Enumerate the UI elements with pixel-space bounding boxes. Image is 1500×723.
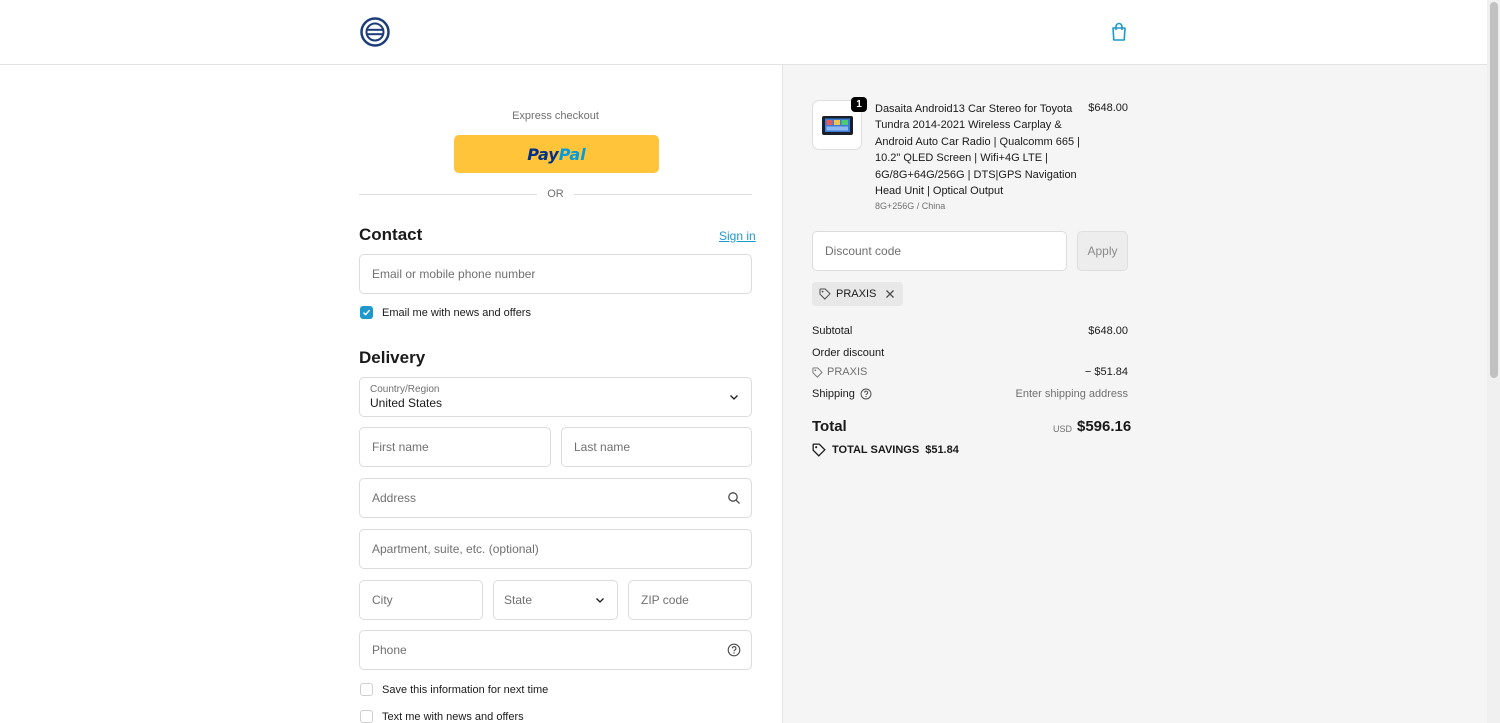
text-offers-label: Text me with news and offers <box>382 710 524 723</box>
product-variant: 8G+256G / China <box>875 201 946 211</box>
help-circle-icon[interactable] <box>860 388 872 400</box>
total-savings-value: $51.84 <box>925 444 959 456</box>
email-field[interactable] <box>359 254 752 294</box>
tag-icon <box>819 288 831 300</box>
last-name-input[interactable] <box>572 439 741 455</box>
discount-code-input[interactable] <box>823 243 1056 259</box>
contact-title: Contact <box>359 225 423 244</box>
phone-field[interactable] <box>359 630 752 670</box>
shipping-line: Shipping <box>812 388 872 400</box>
check-icon <box>363 309 371 316</box>
newsletter-checkbox-row[interactable]: Email me with news and offers <box>360 306 531 319</box>
apartment-field[interactable] <box>359 529 752 569</box>
country-select[interactable]: Country/Region United States <box>359 377 752 417</box>
save-info-checkbox-row[interactable]: Save this information for next time <box>360 683 548 696</box>
sign-in-link[interactable]: Sign in <box>719 229 756 243</box>
scrollbar-thumb[interactable] <box>1490 2 1498 378</box>
subtotal-value: $648.00 <box>1088 325 1128 337</box>
save-info-label: Save this information for next time <box>382 683 549 696</box>
tag-icon <box>812 366 823 378</box>
state-select[interactable]: State <box>493 580 618 620</box>
total-currency: USD <box>1053 424 1073 434</box>
shopping-bag-icon[interactable] <box>1108 21 1130 43</box>
country-value: United States <box>370 395 443 410</box>
total-label: Total <box>812 418 847 435</box>
text-offers-checkbox[interactable] <box>360 710 373 723</box>
checkout-header <box>0 0 1487 65</box>
chevron-down-icon <box>596 598 604 603</box>
shipping-label: Shipping <box>812 388 855 400</box>
discount-code-text: PRAXIS <box>827 366 868 378</box>
phone-input[interactable] <box>370 642 741 658</box>
email-input[interactable] <box>370 266 741 282</box>
express-checkout-label: Express checkout <box>512 110 599 122</box>
product-price: $648.00 <box>1088 102 1128 114</box>
help-circle-icon[interactable] <box>727 643 741 657</box>
address-field[interactable] <box>359 478 752 518</box>
discount-code-line: PRAXIS <box>812 366 867 378</box>
last-name-field[interactable] <box>561 427 752 467</box>
total-savings-label: TOTAL SAVINGS <box>832 444 920 456</box>
total-savings-row: TOTAL SAVINGS $51.84 <box>812 443 959 457</box>
paypal-logo-part2: Pal <box>558 144 586 164</box>
city-input[interactable] <box>370 592 472 608</box>
city-field[interactable] <box>359 580 483 620</box>
store-logo-icon[interactable] <box>360 17 390 47</box>
address-input[interactable] <box>370 490 741 506</box>
applied-discount-code: PRAXIS <box>836 288 877 300</box>
shipping-value: Enter shipping address <box>1015 388 1128 400</box>
divider-line-right <box>574 194 752 195</box>
order-discount-label: Order discount <box>812 347 885 359</box>
tag-icon <box>812 443 826 457</box>
close-icon[interactable] <box>884 288 896 300</box>
first-name-input[interactable] <box>370 439 540 455</box>
total-value: $596.16 <box>1077 418 1132 435</box>
delivery-title: Delivery <box>359 348 426 367</box>
state-placeholder: State <box>504 593 533 607</box>
or-divider: OR <box>359 188 752 202</box>
zip-code-field[interactable] <box>628 580 752 620</box>
apply-discount-button[interactable]: Apply <box>1077 231 1128 271</box>
quantity-badge: 1 <box>851 97 867 112</box>
newsletter-checkbox[interactable] <box>360 306 373 319</box>
paypal-logo-part1: Pay <box>527 144 559 164</box>
country-label: Country/Region <box>370 383 440 395</box>
apartment-input[interactable] <box>370 541 741 557</box>
save-info-checkbox[interactable] <box>360 683 373 696</box>
discount-value: − $51.84 <box>1084 366 1128 378</box>
applied-discount-chip: PRAXIS <box>812 282 904 306</box>
first-name-field[interactable] <box>359 427 551 467</box>
newsletter-label: Email me with news and offers <box>382 306 531 319</box>
paypal-button[interactable]: Pay Pal <box>454 135 659 173</box>
chevron-down-icon <box>730 395 738 400</box>
product-title: Dasaita Android13 Car Stereo for Toyota … <box>875 103 1081 198</box>
zip-code-input[interactable] <box>639 592 741 608</box>
text-offers-checkbox-row[interactable]: Text me with news and offers <box>360 710 524 723</box>
discount-code-field[interactable] <box>812 231 1067 271</box>
subtotal-label: Subtotal <box>812 325 853 337</box>
search-icon <box>728 492 740 504</box>
